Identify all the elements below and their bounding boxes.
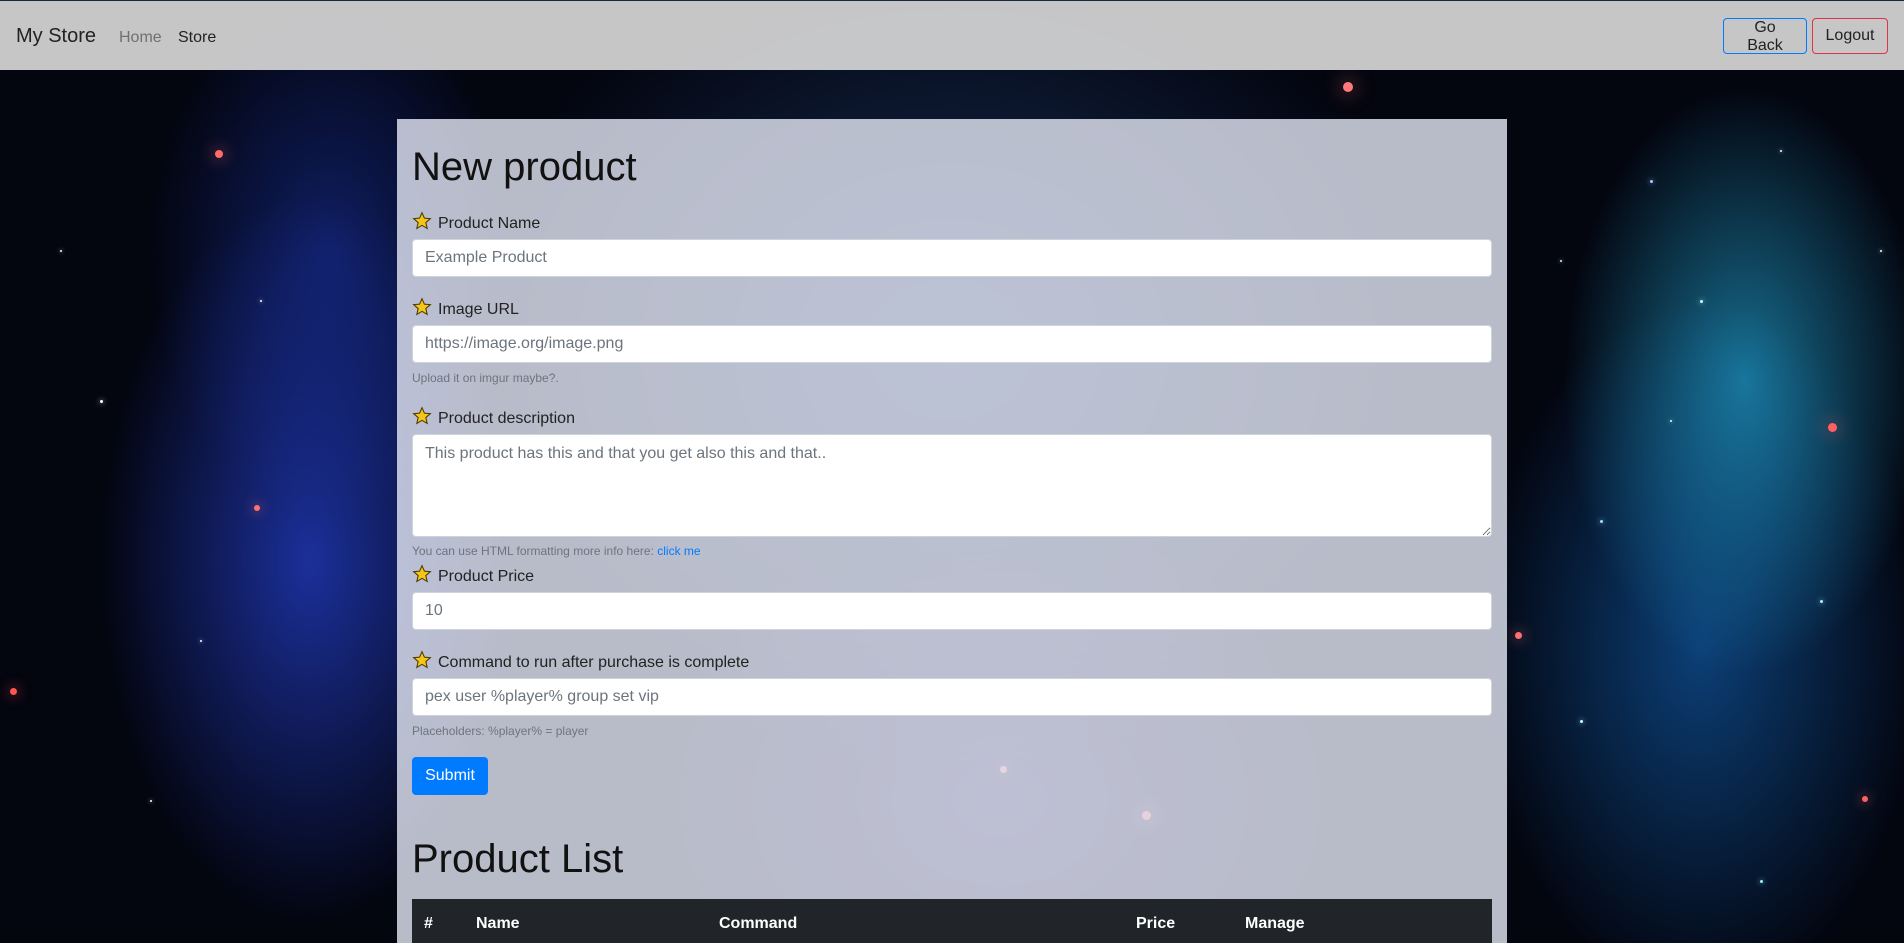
star-icon [412,406,438,431]
star-dot [1880,250,1882,252]
star-icon [412,211,438,236]
main-panel: New product Product Name Image URL Uploa… [397,119,1507,943]
column-header-price: Price [1136,915,1176,932]
product-list-title: Product List [412,837,624,881]
star-icon [412,650,438,675]
description-help-text: You can use HTML formatting more info he… [412,544,654,558]
star-icon [412,564,438,589]
star-dot [1862,796,1868,802]
star-dot [100,400,103,403]
image-url-input[interactable] [412,325,1492,363]
star-dot [1600,520,1603,523]
description-help: You can use HTML formatting more info he… [412,544,701,558]
image-url-help: Upload it on imgur maybe?. [412,371,559,385]
star-dot [254,505,260,511]
brand-logo[interactable]: My Store [16,25,96,48]
nav-home-link[interactable]: Home [119,29,162,47]
column-header-number: # [424,915,433,932]
star-dot [1700,300,1703,303]
star-dot [60,250,62,252]
column-header-manage: Manage [1245,915,1305,932]
star-dot [1828,423,1837,432]
nav-store-link[interactable]: Store [178,29,216,47]
price-input[interactable] [412,592,1492,630]
submit-button[interactable]: Submit [412,757,488,795]
star-dot [1820,600,1823,603]
column-header-name: Name [476,915,520,932]
star-dot [1515,632,1522,639]
command-label-text: Command to run after purchase is complet… [438,653,750,671]
star-dot [1760,880,1763,883]
star-dot [1560,260,1562,262]
star-dot [1670,420,1672,422]
form-title: New product [412,145,637,189]
command-input[interactable] [412,678,1492,716]
star-dot [215,150,223,158]
star-dot [10,688,17,695]
column-header-command: Command [719,915,798,932]
star-dot [1780,150,1782,152]
price-label-text: Product Price [438,567,535,585]
product-name-input[interactable] [412,239,1492,277]
price-label: Product Price [412,564,534,589]
star-dot [150,800,152,802]
star-dot [260,300,262,302]
product-table-header: # Name Command Price Manage [412,899,1492,943]
product-name-label: Product Name [412,211,540,236]
logout-button[interactable]: Logout [1812,18,1888,54]
top-navbar: My Store Home Store Go Back Logout [0,0,1904,70]
product-name-label-text: Product Name [438,214,541,232]
star-dot [1650,180,1653,183]
go-back-button[interactable]: Go Back [1723,18,1807,54]
command-help: Placeholders: %player% = player [412,724,589,738]
image-url-label-text: Image URL [438,300,519,318]
star-icon [412,297,438,322]
star-dot [1343,82,1353,92]
image-url-label: Image URL [412,297,519,322]
star-dot [1580,720,1583,723]
description-label: Product description [412,406,575,431]
description-label-text: Product description [438,409,575,427]
star-dot [200,640,202,642]
html-info-link[interactable]: click me [657,544,700,558]
description-textarea[interactable] [412,434,1492,537]
command-label: Command to run after purchase is complet… [412,650,749,675]
